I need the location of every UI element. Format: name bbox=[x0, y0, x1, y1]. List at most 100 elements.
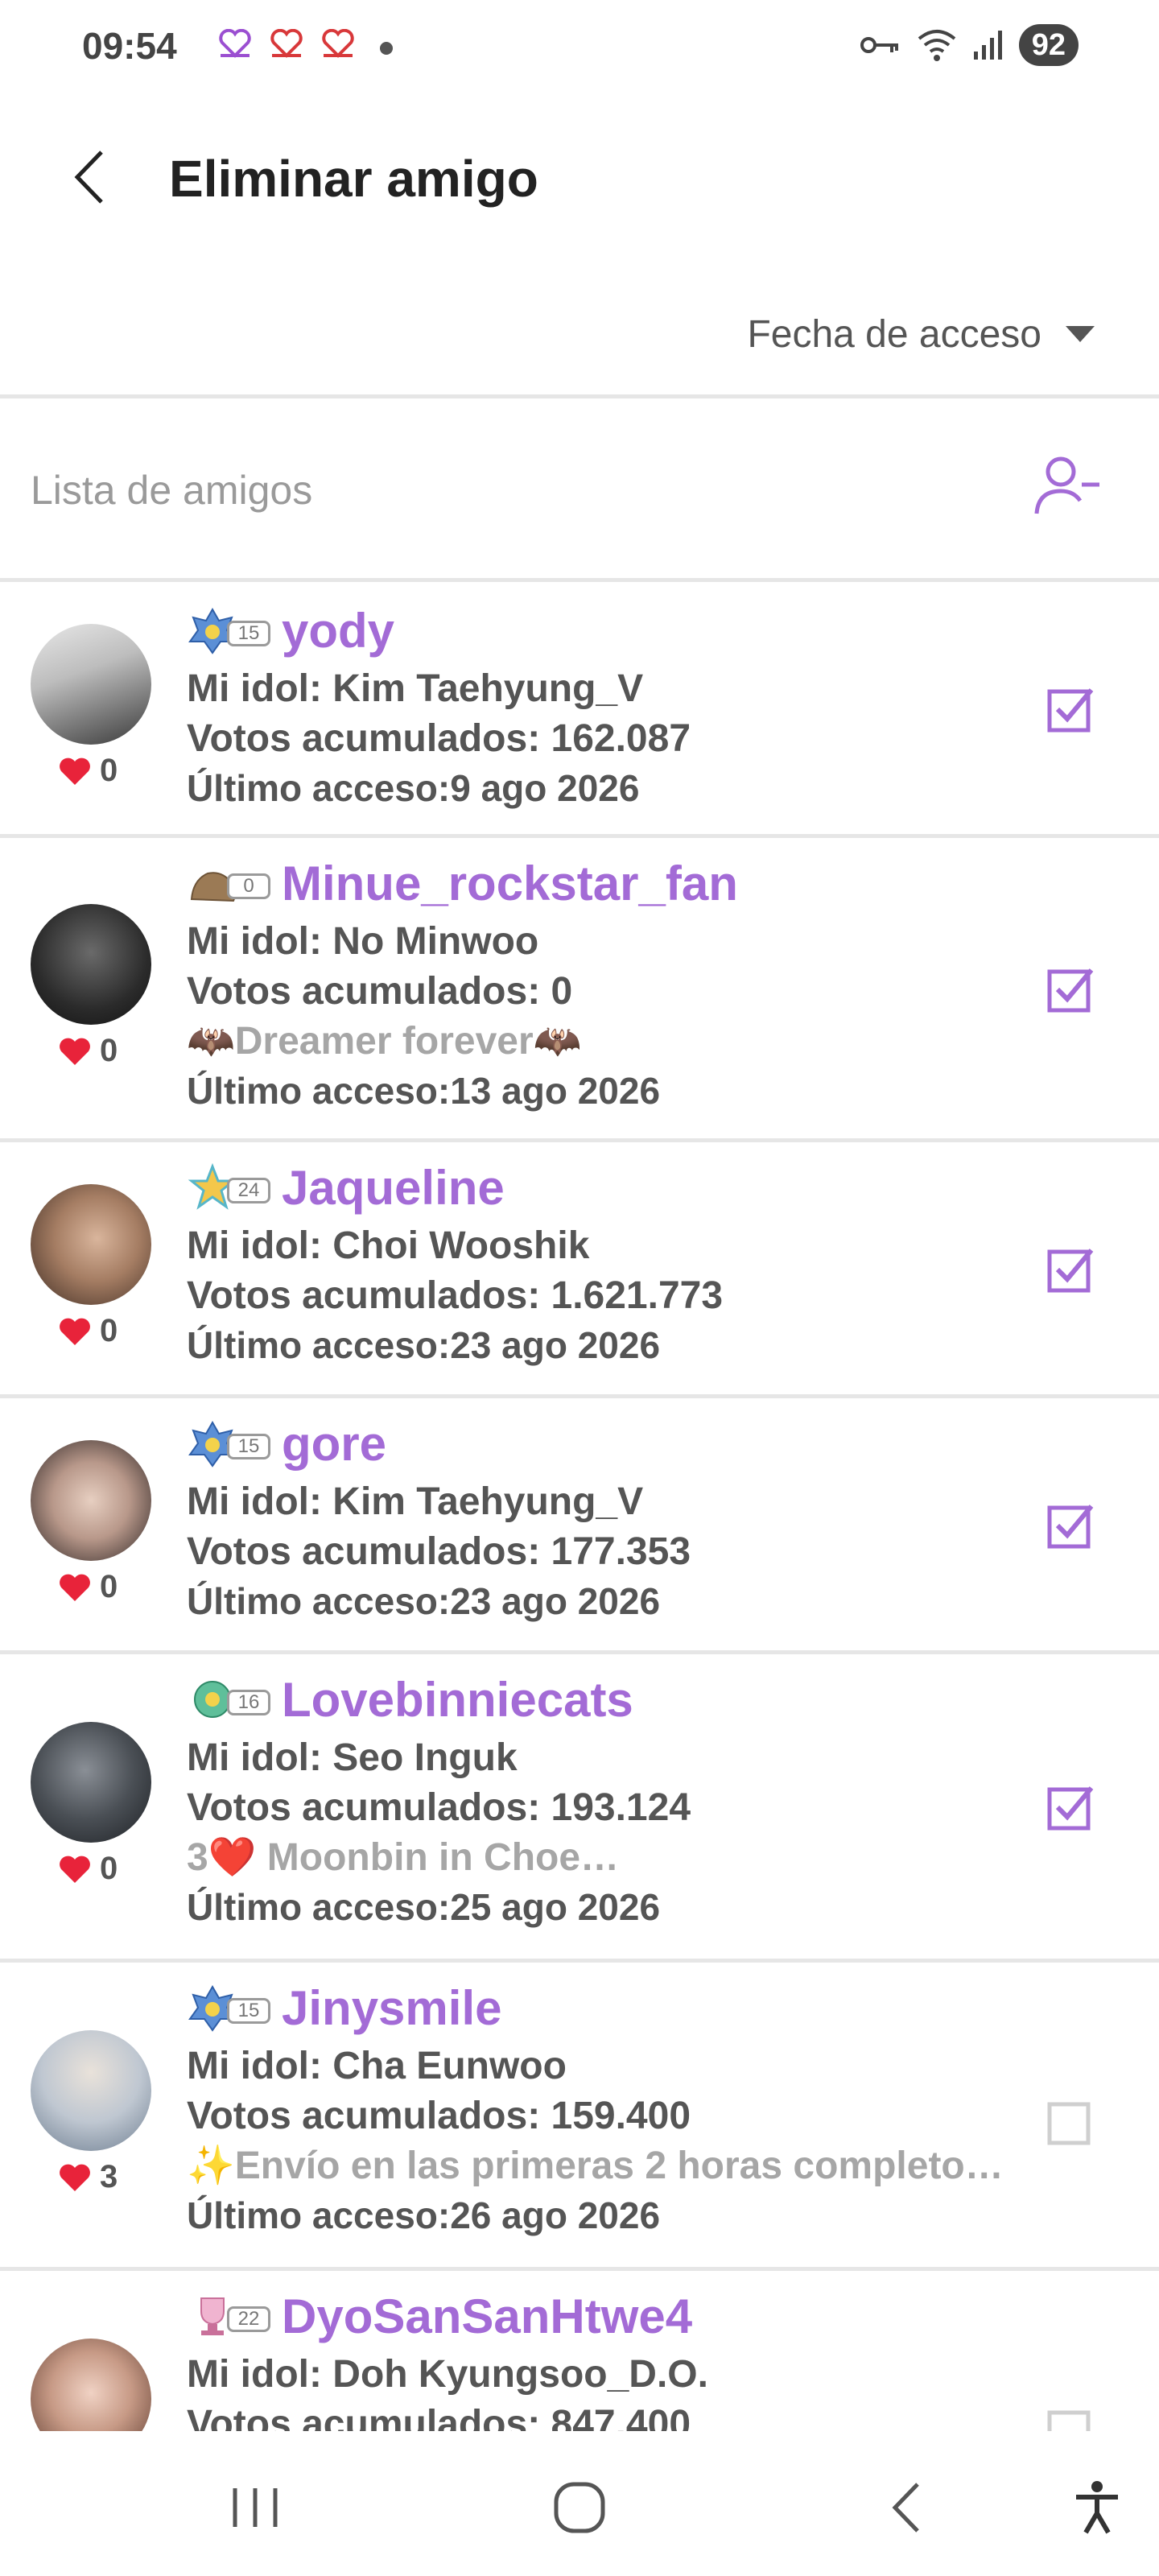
level-number: 0 bbox=[227, 873, 270, 899]
checkbox-checked[interactable] bbox=[1046, 685, 1095, 733]
likes-value: 0 bbox=[100, 753, 118, 788]
key-icon bbox=[860, 37, 898, 53]
friend-last-access: Último acceso:13 ago 2026 bbox=[187, 1070, 661, 1112]
checkbox-checked[interactable] bbox=[1046, 1501, 1095, 1550]
likes-value: 0 bbox=[100, 1313, 118, 1348]
friend-info: 22 DyoSanSanHtwe4 Mi idol: Doh Kyungsoo_… bbox=[187, 2282, 1046, 2450]
level-number: 22 bbox=[227, 2306, 270, 2332]
recent-apps-button[interactable] bbox=[219, 2471, 291, 2544]
chevron-down-icon bbox=[1066, 326, 1095, 342]
list-label: Lista de amigos bbox=[31, 468, 313, 513]
friend-name: Minue_rockstar_fan bbox=[282, 856, 738, 910]
recent-apps-icon bbox=[233, 2488, 278, 2527]
status-bar: 09:54 92 bbox=[0, 0, 1159, 97]
avatar[interactable] bbox=[31, 1184, 151, 1305]
checkbox-checked[interactable] bbox=[1046, 1783, 1095, 1831]
friend-last-access: Último acceso:26 ago 2026 bbox=[187, 2194, 661, 2236]
back-button[interactable] bbox=[56, 145, 121, 209]
friend-last-access: Último acceso:23 ago 2026 bbox=[187, 1580, 661, 1622]
heart-icon bbox=[60, 758, 90, 785]
friend-name: Lovebinniecats bbox=[282, 1672, 633, 1727]
more-notifications-dot bbox=[380, 42, 393, 55]
friend-name: yody bbox=[282, 603, 395, 658]
likes-count: 0 bbox=[58, 1851, 118, 1887]
friend-votes: Votos acumulados: 159.400 bbox=[187, 2095, 691, 2137]
friend-last-access: Último acceso:23 ago 2026 bbox=[187, 1324, 661, 1366]
status-time: 09:54 bbox=[82, 25, 177, 67]
friend-row[interactable]: 0 15 gore Mi idol: Kim Taehyung_V Votos … bbox=[0, 1398, 1159, 1654]
friend-info: 16 Lovebinniecats Mi idol: Seo Inguk Vot… bbox=[187, 1666, 1046, 1931]
friend-votes: Votos acumulados: 1.621.773 bbox=[187, 1274, 724, 1317]
level-badge: 15 bbox=[187, 1419, 270, 1468]
sort-label: Fecha de acceso bbox=[747, 312, 1041, 356]
friend-votes: Votos acumulados: 162.087 bbox=[187, 717, 691, 760]
level-badge: 16 bbox=[187, 1675, 270, 1724]
checkbox-unchecked[interactable] bbox=[1046, 2098, 1095, 2146]
sort-dropdown[interactable]: Fecha de acceso bbox=[747, 306, 1095, 362]
app-header: Eliminar amigo bbox=[0, 129, 1159, 225]
accessibility-icon bbox=[1076, 2481, 1118, 2534]
friend-idol: Mi idol: No Minwoo bbox=[187, 920, 539, 963]
home-button[interactable] bbox=[543, 2471, 616, 2544]
friend-idol: Mi idol: Cha Eunwoo bbox=[187, 2045, 567, 2087]
friend-last-access: Último acceso:9 ago 2026 bbox=[187, 767, 640, 809]
nav-back-button[interactable] bbox=[869, 2471, 942, 2544]
friend-status-message: 🦇Dreamer forever🦇 bbox=[187, 1020, 582, 1063]
friend-name: Jinysmile bbox=[282, 1980, 502, 2035]
friend-info: 15 yody Mi idol: Kim Taehyung_V Votos ac… bbox=[187, 597, 1046, 812]
remove-friend-icon[interactable] bbox=[1030, 451, 1103, 523]
friend-status-message: 3❤️ Moonbin in Choe… bbox=[187, 1836, 620, 1879]
heart-icon bbox=[60, 1318, 90, 1345]
accessibility-button[interactable] bbox=[1061, 2471, 1133, 2544]
avatar[interactable] bbox=[31, 2030, 151, 2151]
friend-name: gore bbox=[282, 1416, 387, 1471]
friends-list-header: Lista de amigos bbox=[0, 402, 1159, 580]
heart-icon bbox=[60, 1574, 90, 1601]
system-nav-bar bbox=[0, 2431, 1159, 2576]
avatar[interactable] bbox=[31, 1722, 151, 1843]
home-icon bbox=[554, 2482, 605, 2533]
wifi-icon bbox=[918, 30, 955, 61]
level-number: 15 bbox=[227, 1998, 270, 2024]
level-number: 15 bbox=[227, 621, 270, 646]
level-number: 24 bbox=[227, 1178, 270, 1203]
status-indicators: 92 bbox=[860, 24, 1079, 66]
friend-last-access: Último acceso:25 ago 2026 bbox=[187, 1886, 661, 1928]
checkbox-checked[interactable] bbox=[1046, 1245, 1095, 1294]
level-badge: 24 bbox=[187, 1163, 270, 1212]
friend-idol: Mi idol: Seo Inguk bbox=[187, 1736, 518, 1779]
likes-count: 0 bbox=[58, 1033, 118, 1069]
notification-icons bbox=[217, 29, 356, 58]
likes-count: 0 bbox=[58, 753, 118, 789]
friend-row[interactable]: 0 15 yody Mi idol: Kim Taehyung_V Votos … bbox=[0, 582, 1159, 838]
avatar[interactable] bbox=[31, 624, 151, 745]
level-number: 16 bbox=[227, 1690, 270, 1715]
likes-value: 0 bbox=[100, 1851, 118, 1886]
likes-count: 0 bbox=[58, 1569, 118, 1605]
friend-row[interactable]: 0 0 Minue_rockstar_fan Mi idol: No Minwo… bbox=[0, 838, 1159, 1142]
avatar[interactable] bbox=[31, 1440, 151, 1561]
likes-value: 0 bbox=[100, 1033, 118, 1068]
likes-count: 3 bbox=[58, 2159, 118, 2195]
heart-notification-icon bbox=[322, 29, 354, 58]
friend-status-message: ✨Envío en las primeras 2 horas completo… bbox=[187, 2145, 1004, 2187]
friend-idol: Mi idol: Kim Taehyung_V bbox=[187, 667, 644, 710]
likes-count: 0 bbox=[58, 1313, 118, 1349]
heart-icon bbox=[60, 1038, 90, 1065]
level-badge: 15 bbox=[187, 606, 270, 654]
friend-row[interactable]: 22 DyoSanSanHtwe4 Mi idol: Doh Kyungsoo_… bbox=[0, 2271, 1159, 2459]
friend-row[interactable]: 3 15 Jinysmile Mi idol: Cha Eunwoo Votos… bbox=[0, 1963, 1159, 2271]
friend-votes: Votos acumulados: 0 bbox=[187, 970, 573, 1013]
heart-notification-icon bbox=[270, 29, 303, 58]
checkbox-checked[interactable] bbox=[1046, 965, 1095, 1013]
friend-idol: Mi idol: Choi Wooshik bbox=[187, 1224, 590, 1267]
avatar[interactable] bbox=[31, 904, 151, 1025]
friend-votes: Votos acumulados: 177.353 bbox=[187, 1530, 691, 1573]
heart-icon bbox=[60, 2164, 90, 2191]
friend-idol: Mi idol: Kim Taehyung_V bbox=[187, 1480, 644, 1523]
likes-value: 3 bbox=[100, 2159, 118, 2194]
friend-name: DyoSanSanHtwe4 bbox=[282, 2289, 693, 2343]
likes-value: 0 bbox=[100, 1569, 118, 1604]
friend-row[interactable]: 0 16 Lovebinniecats Mi idol: Seo Inguk V… bbox=[0, 1654, 1159, 1963]
friend-row[interactable]: 0 24 Jaqueline Mi idol: Choi Wooshik Vot… bbox=[0, 1142, 1159, 1398]
